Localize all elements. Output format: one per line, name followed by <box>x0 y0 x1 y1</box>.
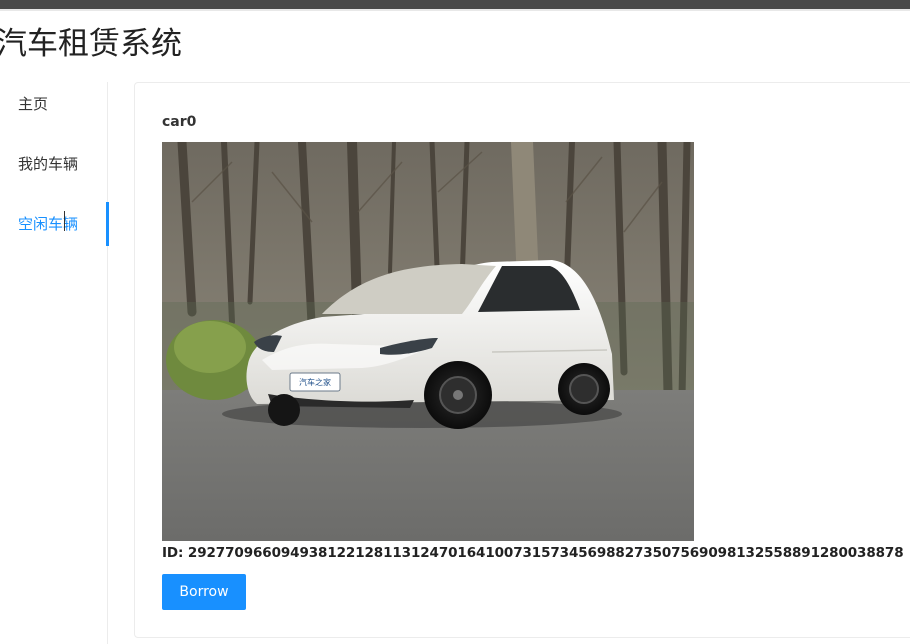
car-id: ID: 292770966094938122128113124701641007… <box>162 545 904 561</box>
sidebar-item-label: 主页 <box>18 95 49 113</box>
sidebar-menu: 主页 我的车辆 空闲车辆 <box>0 82 109 644</box>
car-photo: 汽车之家 <box>162 142 694 541</box>
borrow-button[interactable]: Borrow <box>162 574 246 610</box>
sidebar-item-my-vehicles[interactable]: 我的车辆 <box>0 142 107 186</box>
sidebar-item-home[interactable]: 主页 <box>0 82 107 126</box>
sidebar-item-label: 空闲车辆 <box>18 215 79 233</box>
text-cursor <box>64 211 65 231</box>
sidebar-item-available-vehicles[interactable]: 空闲车辆 <box>0 202 109 246</box>
car-name: car0 <box>162 114 197 130</box>
window-top-bar <box>0 0 910 9</box>
window-top-border <box>0 9 910 11</box>
sidebar-item-label: 我的车辆 <box>18 155 79 173</box>
app-title: 汽车租赁系统 <box>0 26 182 62</box>
license-plate-text: 汽车之家 <box>299 377 331 387</box>
